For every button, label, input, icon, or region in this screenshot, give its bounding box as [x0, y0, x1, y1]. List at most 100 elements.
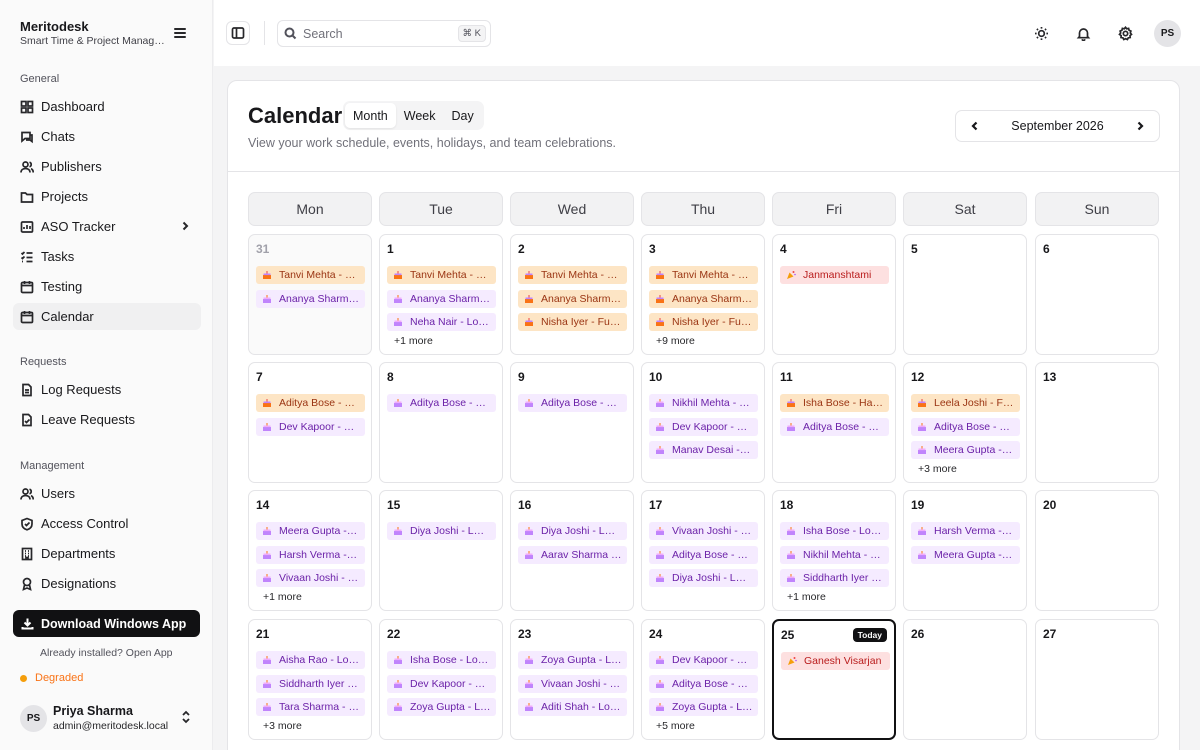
- sidebar-item-projects[interactable]: Projects: [13, 183, 201, 210]
- sidebar-item-access-control[interactable]: Access Control: [13, 510, 201, 537]
- calendar-day-cell[interactable]: 24 Dev Kapoor - … Aditya Bose - … Zoya Gupt…: [641, 619, 765, 740]
- calendar-day-cell[interactable]: 9 Aditya Bose - …: [510, 362, 634, 483]
- calendar-day-cell[interactable]: 18 Isha Bose - Lo… Nikhil Mehta - … Siddhar…: [772, 490, 896, 611]
- calendar-day-cell[interactable]: 22 Isha Bose - Lo… Dev Kapoor - … Zoya Gupt…: [379, 619, 503, 740]
- calendar-day-cell[interactable]: 20: [1035, 490, 1159, 611]
- event-birthday[interactable]: Harsh Verma -…: [256, 546, 365, 564]
- chevron-right-icon[interactable]: [1133, 119, 1147, 133]
- event-birthday[interactable]: Dev Kapoor - …: [256, 418, 365, 436]
- more-events-link[interactable]: +3 more: [918, 463, 957, 475]
- event-anniversary[interactable]: Ananya Sharm…: [649, 290, 758, 308]
- sidebar-item-tasks[interactable]: Tasks: [13, 243, 201, 270]
- event-birthday[interactable]: Aditya Bose - …: [780, 418, 889, 436]
- download-windows-app-button[interactable]: Download Windows App: [13, 610, 200, 637]
- calendar-day-cell[interactable]: 13: [1035, 362, 1159, 483]
- calendar-day-cell[interactable]: 5: [903, 234, 1027, 355]
- calendar-day-cell[interactable]: 8 Aditya Bose - …: [379, 362, 503, 483]
- calendar-day-cell[interactable]: 25 Today Ganesh Visarjan: [772, 619, 896, 740]
- event-birthday[interactable]: Aditya Bose - …: [649, 546, 758, 564]
- calendar-day-cell[interactable]: 3 Tanvi Mehta - … Ananya Sharm… Nisha Iyer …: [641, 234, 765, 355]
- tab-week[interactable]: Week: [396, 103, 444, 128]
- more-events-link[interactable]: +1 more: [394, 335, 433, 347]
- gear-icon[interactable]: [1113, 21, 1137, 45]
- sidebar-item-departments[interactable]: Departments: [13, 540, 201, 567]
- more-events-link[interactable]: +1 more: [787, 591, 826, 603]
- sidebar-item-aso-tracker[interactable]: ASO Tracker: [13, 213, 201, 240]
- event-birthday[interactable]: Meera Gupta -…: [911, 546, 1020, 564]
- sun-icon[interactable]: [1029, 21, 1053, 45]
- event-birthday[interactable]: Siddharth Iyer …: [780, 569, 889, 587]
- calendar-day-cell[interactable]: 15 Diya Joshi - L…: [379, 490, 503, 611]
- event-birthday[interactable]: Tara Sharma - …: [256, 698, 365, 716]
- search-input[interactable]: [303, 26, 453, 41]
- calendar-day-cell[interactable]: 26: [903, 619, 1027, 740]
- event-anniversary[interactable]: Aditya Bose - …: [256, 394, 365, 412]
- bell-icon[interactable]: [1071, 21, 1095, 45]
- open-app-link[interactable]: Already installed? Open App: [40, 647, 173, 659]
- more-events-link[interactable]: +5 more: [656, 720, 695, 732]
- sidebar-toggle-icon[interactable]: [226, 21, 250, 45]
- event-birthday[interactable]: Aditya Bose - …: [911, 418, 1020, 436]
- event-birthday[interactable]: Ananya Sharm…: [256, 290, 365, 308]
- calendar-day-cell[interactable]: 6: [1035, 234, 1159, 355]
- event-birthday[interactable]: Vivaan Joshi - …: [518, 675, 627, 693]
- event-birthday[interactable]: Zoya Gupta - L…: [518, 651, 627, 669]
- more-events-link[interactable]: +3 more: [263, 720, 302, 732]
- sidebar-item-users[interactable]: Users: [13, 480, 201, 507]
- event-birthday[interactable]: Dev Kapoor - …: [387, 675, 496, 693]
- calendar-day-cell[interactable]: 23 Zoya Gupta - L… Vivaan Joshi - … Aditi S…: [510, 619, 634, 740]
- event-birthday[interactable]: Aisha Rao - Lo…: [256, 651, 365, 669]
- hamburger-menu-icon[interactable]: [172, 26, 188, 40]
- event-anniversary[interactable]: Tanvi Mehta - …: [518, 266, 627, 284]
- calendar-day-cell[interactable]: 27: [1035, 619, 1159, 740]
- event-birthday[interactable]: Neha Nair - Lo…: [387, 313, 496, 331]
- calendar-day-cell[interactable]: 14 Meera Gupta -… Harsh Verma -… Vivaan Jos…: [248, 490, 372, 611]
- event-birthday[interactable]: Aditya Bose - …: [387, 394, 496, 412]
- event-anniversary[interactable]: Leela Joshi - F…: [911, 394, 1020, 412]
- more-events-link[interactable]: +1 more: [263, 591, 302, 603]
- sidebar-item-chats[interactable]: Chats: [13, 123, 201, 150]
- sidebar-item-calendar[interactable]: Calendar: [13, 303, 201, 330]
- event-anniversary[interactable]: Tanvi Mehta - …: [256, 266, 365, 284]
- event-birthday[interactable]: Ananya Sharm…: [387, 290, 496, 308]
- sidebar-item-dashboard[interactable]: Dashboard: [13, 93, 201, 120]
- event-birthday[interactable]: Dev Kapoor - …: [649, 418, 758, 436]
- calendar-day-cell[interactable]: 11 Isha Bose - Ha… Aditya Bose - …: [772, 362, 896, 483]
- calendar-day-cell[interactable]: 2 Tanvi Mehta - … Ananya Sharm… Nisha Iyer …: [510, 234, 634, 355]
- event-birthday[interactable]: Aditya Bose - …: [649, 675, 758, 693]
- calendar-day-cell[interactable]: 31 Tanvi Mehta - … Ananya Sharm…: [248, 234, 372, 355]
- sidebar-item-log-requests[interactable]: Log Requests: [13, 376, 201, 403]
- avatar[interactable]: PS: [1154, 20, 1181, 47]
- sidebar-item-leave-requests[interactable]: Leave Requests: [13, 406, 201, 433]
- event-anniversary[interactable]: Tanvi Mehta - …: [649, 266, 758, 284]
- event-birthday[interactable]: Aarav Sharma …: [518, 546, 627, 564]
- event-birthday[interactable]: Meera Gupta -…: [911, 441, 1020, 459]
- calendar-day-cell[interactable]: 19 Harsh Verma -… Meera Gupta -…: [903, 490, 1027, 611]
- event-birthday[interactable]: Isha Bose - Lo…: [780, 522, 889, 540]
- sidebar-item-publishers[interactable]: Publishers: [13, 153, 201, 180]
- event-holiday[interactable]: Janmanshtami: [780, 266, 889, 284]
- sidebar-item-designations[interactable]: Designations: [13, 570, 201, 597]
- event-birthday[interactable]: Aditi Shah - Lo…: [518, 698, 627, 716]
- event-birthday[interactable]: Manav Desai -…: [649, 441, 758, 459]
- search-box[interactable]: ⌘ K: [277, 20, 491, 47]
- event-anniversary[interactable]: Tanvi Mehta - …: [387, 266, 496, 284]
- event-birthday[interactable]: Diya Joshi - L…: [387, 522, 496, 540]
- event-anniversary[interactable]: Nisha Iyer - Fu…: [649, 313, 758, 331]
- event-anniversary[interactable]: Ananya Sharm…: [518, 290, 627, 308]
- tab-month[interactable]: Month: [345, 103, 396, 128]
- event-birthday[interactable]: Diya Joshi - L…: [518, 522, 627, 540]
- event-birthday[interactable]: Aditya Bose - …: [518, 394, 627, 412]
- event-birthday[interactable]: Zoya Gupta - L…: [387, 698, 496, 716]
- event-birthday[interactable]: Zoya Gupta - L…: [649, 698, 758, 716]
- calendar-day-cell[interactable]: 16 Diya Joshi - L… Aarav Sharma …: [510, 490, 634, 611]
- calendar-day-cell[interactable]: 17 Vivaan Joshi - … Aditya Bose - … Diya Jo…: [641, 490, 765, 611]
- event-birthday[interactable]: Nikhil Mehta - …: [780, 546, 889, 564]
- event-anniversary[interactable]: Nisha Iyer - Fu…: [518, 313, 627, 331]
- event-birthday[interactable]: Dev Kapoor - …: [649, 651, 758, 669]
- event-birthday[interactable]: Diya Joshi - L…: [649, 569, 758, 587]
- calendar-day-cell[interactable]: 21 Aisha Rao - Lo… Siddharth Iyer … Tara Sh…: [248, 619, 372, 740]
- tab-day[interactable]: Day: [443, 103, 481, 128]
- event-birthday[interactable]: Siddharth Iyer …: [256, 675, 365, 693]
- event-birthday[interactable]: Vivaan Joshi - …: [649, 522, 758, 540]
